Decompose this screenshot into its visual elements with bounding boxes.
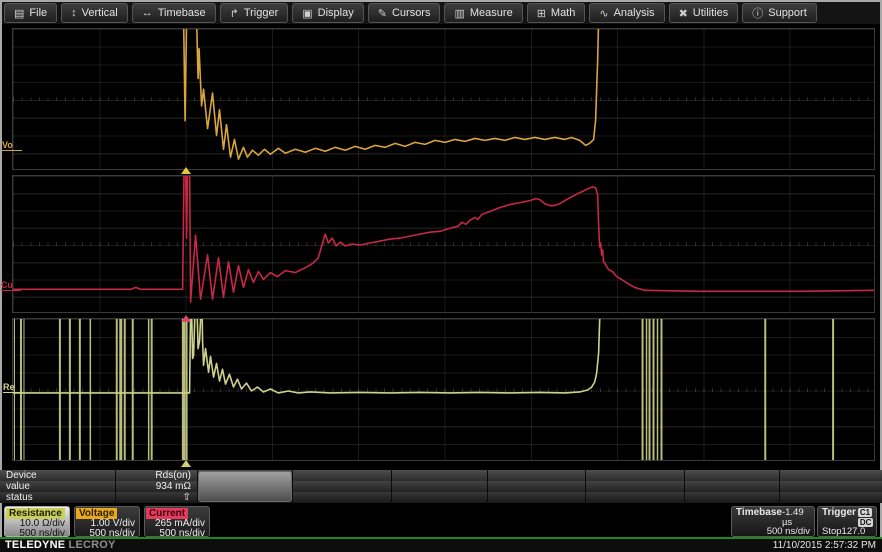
menu-cursors[interactable]: ✎ Cursors — [368, 3, 441, 23]
trigger-edge-icon: ↱ — [230, 7, 239, 20]
display-icon: ▣ — [302, 7, 312, 20]
brand-secondary: LECROY — [69, 539, 116, 551]
menu-utilities[interactable]: ✖ Utilities — [669, 3, 739, 23]
oscilloscope-screen: ▤ File ↕ Vertical ↔ Timebase ↱ Trigger ▣ Disp… — [0, 0, 882, 552]
menu-bar: ▤ File ↕ Vertical ↔ Timebase ↱ Trigger ▣ Disp… — [2, 2, 880, 24]
waveform-trace — [13, 319, 601, 393]
menu-math[interactable]: ⊞ Math — [527, 3, 586, 23]
table-divider — [585, 470, 586, 503]
measure-value-value: 934 mΩ — [115, 481, 191, 492]
descriptor-current[interactable]: Current 265 mA/div 500 ns/div — [144, 506, 210, 537]
waveform-svg-2 — [13, 319, 874, 460]
clock-datetime: 11/10/2015 2:57:32 PM — [773, 539, 876, 552]
timebase-box[interactable]: Timebase-1.49 µs 500 ns/div 12.5 kS2.5 G… — [731, 506, 815, 537]
brand-primary: TELEDYNE — [5, 539, 65, 551]
waveform-trace — [13, 176, 874, 302]
table-row: Device Rds(on) — [0, 470, 882, 481]
trigger-title: Trigger — [822, 508, 856, 527]
menu-support[interactable]: ⓘ Support — [742, 3, 817, 23]
horizontal-arrows-icon: ↔ — [142, 7, 153, 19]
menu-measure[interactable]: ▥ Measure — [444, 3, 522, 23]
resistance-timebase: 500 ns/div — [5, 529, 69, 537]
vertical-arrows-icon: ↕ — [71, 7, 77, 19]
menu-measure-label: Measure — [470, 7, 513, 19]
table-row: value 934 mΩ — [0, 481, 882, 492]
table-divider — [292, 470, 293, 503]
file-icon: ▤ — [14, 7, 24, 20]
waveform-trace — [184, 29, 599, 159]
measure-status-arrow-icon: ⇧ — [115, 492, 191, 503]
menu-analysis-label: Analysis — [614, 7, 655, 19]
menu-math-label: Math — [551, 7, 575, 19]
menu-timebase-label: Timebase — [158, 7, 206, 19]
menu-display-label: Display — [318, 7, 354, 19]
table-divider — [391, 470, 392, 503]
voltage-trace-label[interactable]: Vo — [2, 140, 22, 151]
menu-file-label: File — [29, 7, 47, 19]
measurement-table: Device Rds(on) value 934 mΩ status ⇧ — [0, 470, 882, 503]
menu-timebase[interactable]: ↔ Timebase — [132, 3, 216, 23]
timebase-offset: -1.49 µs — [782, 508, 810, 527]
menu-vertical-label: Vertical — [82, 7, 118, 19]
current-timebase: 500 ns/div — [145, 529, 209, 537]
table-divider — [487, 470, 488, 503]
trigger-time-marker-yellow[interactable] — [181, 167, 191, 174]
voltage-grid — [12, 28, 875, 170]
menu-trigger[interactable]: ↱ Trigger — [220, 3, 289, 23]
analysis-chart-icon: ∿ — [599, 7, 608, 20]
current-grid — [12, 175, 875, 313]
table-divider — [779, 470, 780, 503]
trigger-box[interactable]: Trigger C1DC Stop127.0 V EdgeNegative — [817, 506, 877, 537]
menu-analysis[interactable]: ∿ Analysis — [589, 3, 664, 23]
measure-icon: ▥ — [454, 7, 464, 20]
timebase-title: Timebase — [736, 508, 782, 527]
waveform-svg-1 — [13, 176, 874, 312]
calculator-icon: ⊞ — [537, 7, 546, 20]
descriptor-resistance[interactable]: Resistance 10.0 Ω/div 500 ns/div — [4, 506, 70, 537]
voltage-timebase: 500 ns/div — [75, 529, 139, 537]
menu-file[interactable]: ▤ File — [4, 3, 57, 23]
info-icon: ⓘ — [752, 5, 763, 21]
measure-cell-button[interactable] — [198, 471, 292, 502]
table-divider — [684, 470, 685, 503]
resistance-grid — [12, 318, 875, 461]
status-bar: TELEDYNE LECROY 11/10/2015 2:57:32 PM — [0, 539, 882, 552]
table-row: status ⇧ — [0, 492, 882, 503]
waveform-svg-0 — [13, 29, 874, 169]
measure-row-label: Device — [6, 470, 37, 481]
utilities-icon: ✖ — [679, 7, 688, 20]
measure-row-label: status — [6, 492, 33, 503]
brand-logo: TELEDYNE LECROY — [5, 539, 116, 552]
menu-support-label: Support — [768, 7, 807, 19]
current-trace-label[interactable]: Cu — [1, 280, 21, 291]
resistance-trace-label[interactable]: Re — [3, 382, 23, 393]
menu-display[interactable]: ▣ Display — [292, 3, 363, 23]
table-divider — [115, 470, 116, 503]
descriptor-voltage[interactable]: Voltage 1.00 V/div 500 ns/div — [74, 506, 140, 537]
trigger-source-badge: C1 — [858, 508, 872, 517]
menu-utilities-label: Utilities — [693, 7, 728, 19]
trigger-level-marker-red[interactable] — [181, 315, 191, 322]
table-divider — [197, 470, 198, 503]
menu-trigger-label: Trigger — [244, 7, 278, 19]
cursor-pencil-icon: ✎ — [378, 7, 387, 20]
measure-row-label: value — [6, 481, 30, 492]
measure-device-value: Rds(on) — [115, 470, 191, 481]
menu-vertical[interactable]: ↕ Vertical — [61, 3, 128, 23]
menu-cursors-label: Cursors — [392, 7, 431, 19]
trigger-time-marker-olive[interactable] — [181, 460, 191, 467]
